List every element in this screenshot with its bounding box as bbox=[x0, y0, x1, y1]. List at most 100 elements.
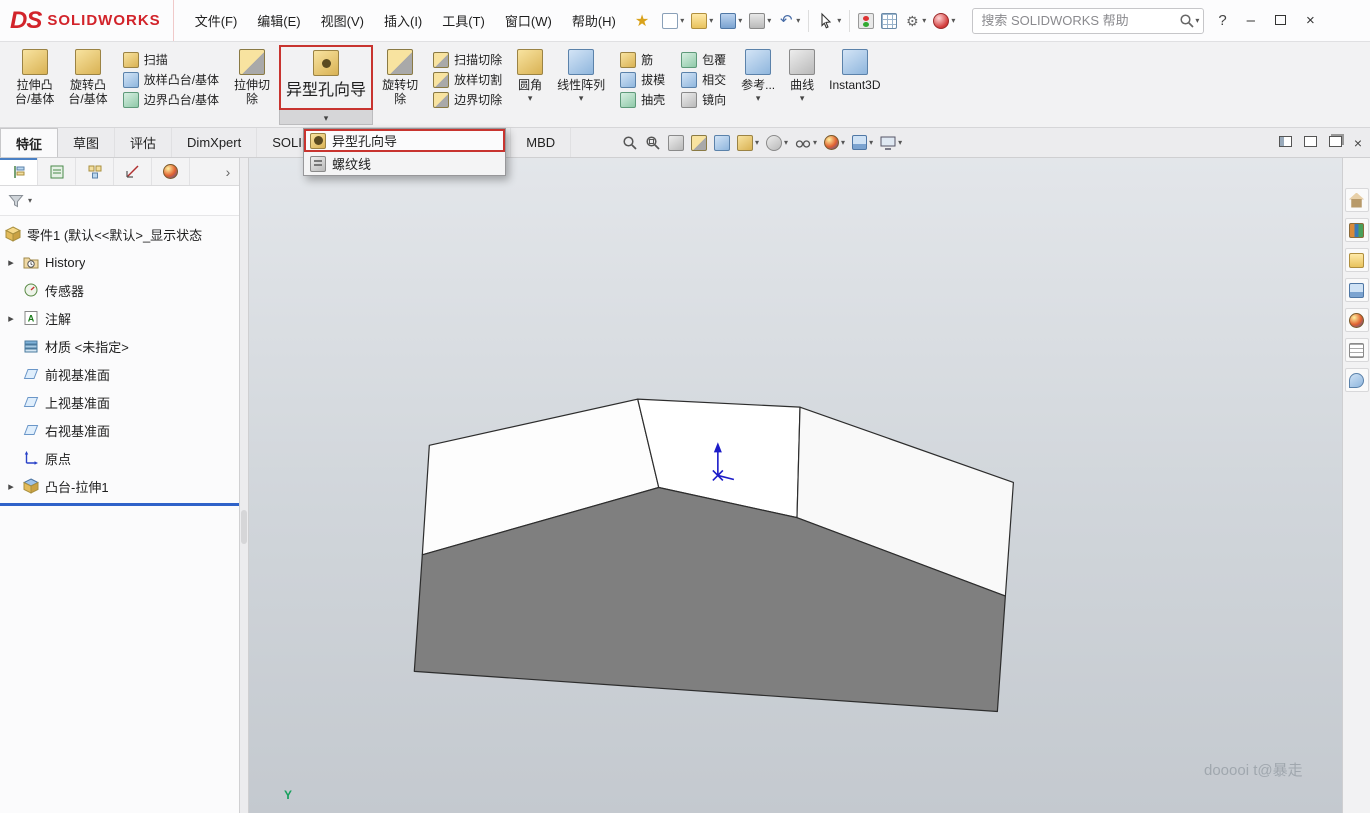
design-library-button[interactable] bbox=[1345, 218, 1369, 242]
tree-item-origin[interactable]: 原点 bbox=[0, 444, 239, 472]
filter-chevron-icon[interactable]: ▾ bbox=[28, 197, 32, 205]
open-button[interactable]: ▾ bbox=[688, 10, 716, 32]
swept-cut-button[interactable]: 扫描切除 bbox=[433, 51, 502, 68]
search-scope-chevron-icon[interactable]: ▾ bbox=[1195, 17, 1199, 25]
zoom-area-button[interactable] bbox=[645, 135, 661, 151]
help-button[interactable]: ? bbox=[1218, 12, 1226, 29]
tree-item-boss-extrude1[interactable]: ▸ 凸台-拉伸1 bbox=[0, 472, 239, 500]
wrap-button[interactable]: 包覆 bbox=[681, 51, 726, 68]
tree-item-top-plane[interactable]: 上视基准面 bbox=[0, 388, 239, 416]
tab-dimxpert[interactable]: DimXpert bbox=[172, 128, 257, 157]
boundary-boss-button[interactable]: 边界凸台/基体 bbox=[123, 91, 219, 108]
rib-button[interactable]: 筋 bbox=[620, 51, 665, 68]
hide-show-items-button[interactable]: ▾ bbox=[795, 135, 817, 151]
resources-home-button[interactable] bbox=[1345, 188, 1369, 212]
new-document-button[interactable]: ▾ bbox=[659, 10, 687, 32]
tree-root-part[interactable]: 零件1 (默认<<默认>_显示状态 bbox=[0, 220, 239, 248]
edit-appearance-quick-button[interactable]: ▾ bbox=[930, 10, 958, 32]
extruded-boss-button[interactable]: 拉伸凸 台/基体 bbox=[8, 45, 61, 127]
expand-arrow-icon[interactable]: ▸ bbox=[5, 256, 17, 269]
select-button[interactable]: ▾ bbox=[814, 9, 844, 33]
tree-item-material[interactable]: 材质 <未指定> bbox=[0, 332, 239, 360]
rebuild-button[interactable] bbox=[855, 10, 877, 32]
float-pane-button[interactable] bbox=[1329, 134, 1342, 152]
configurationmanager-tab[interactable] bbox=[76, 158, 114, 185]
tree-item-front-plane[interactable]: 前视基准面 bbox=[0, 360, 239, 388]
intersect-button[interactable]: 相交 bbox=[681, 71, 726, 88]
tree-item-history[interactable]: ▸ History bbox=[0, 248, 239, 276]
propertymanager-tab[interactable] bbox=[38, 158, 76, 185]
close-button[interactable]: × bbox=[1296, 10, 1325, 31]
boundary-cut-button[interactable]: 边界切除 bbox=[433, 91, 502, 108]
draft-button[interactable]: 拔模 bbox=[620, 71, 665, 88]
flyout-item-hole-wizard[interactable]: 异型孔向导 bbox=[304, 129, 505, 152]
lofted-boss-button[interactable]: 放样凸台/基体 bbox=[123, 71, 219, 88]
split-pane-right-button[interactable] bbox=[1304, 134, 1317, 152]
view-orientation-button[interactable]: ▾ bbox=[737, 135, 759, 151]
tab-mbd[interactable]: MBD bbox=[511, 128, 571, 157]
panel-tab-overflow-chevron[interactable]: › bbox=[217, 158, 239, 185]
tree-item-right-plane[interactable]: 右视基准面 bbox=[0, 416, 239, 444]
section-view-button[interactable] bbox=[691, 135, 707, 151]
menu-insert[interactable]: 插入(I) bbox=[375, 6, 431, 35]
hole-wizard-button[interactable]: 异型孔向导 bbox=[279, 45, 373, 110]
displaymanager-tab[interactable] bbox=[152, 158, 190, 185]
pin-menu-icon[interactable]: ★ bbox=[635, 11, 649, 31]
tab-evaluate[interactable]: 评估 bbox=[115, 128, 172, 157]
tab-features[interactable]: 特征 bbox=[0, 128, 58, 157]
close-pane-button[interactable]: × bbox=[1354, 135, 1362, 151]
view-palette-button[interactable] bbox=[1345, 278, 1369, 302]
zoom-fit-button[interactable] bbox=[622, 135, 638, 151]
menu-edit[interactable]: 编辑(E) bbox=[248, 6, 309, 35]
forum-button[interactable] bbox=[1345, 368, 1369, 392]
graphics-viewport[interactable]: Y dooooi t@暴走 bbox=[249, 158, 1342, 813]
menu-help[interactable]: 帮助(H) bbox=[563, 6, 625, 35]
tree-item-sensors[interactable]: 传感器 bbox=[0, 276, 239, 304]
split-pane-left-button[interactable] bbox=[1279, 134, 1292, 152]
minimize-button[interactable]: – bbox=[1237, 10, 1265, 31]
appearances-scenes-button[interactable] bbox=[1345, 308, 1369, 332]
curves-button[interactable]: 曲线 ▾ bbox=[782, 45, 822, 127]
tree-item-annotations[interactable]: ▸ A 注解 bbox=[0, 304, 239, 332]
search-icon[interactable] bbox=[1179, 13, 1195, 29]
extruded-cut-button[interactable]: 拉伸切 除 bbox=[227, 45, 277, 127]
menu-file[interactable]: 文件(F) bbox=[186, 6, 247, 35]
menu-window[interactable]: 窗口(W) bbox=[496, 6, 561, 35]
featuremanager-tab[interactable] bbox=[0, 158, 38, 185]
expand-arrow-icon[interactable]: ▸ bbox=[5, 312, 17, 325]
display-style-button[interactable]: ▾ bbox=[766, 135, 788, 151]
edit-appearance-button[interactable]: ▾ bbox=[824, 135, 845, 150]
dimxpertmanager-tab[interactable] bbox=[114, 158, 152, 185]
instant3d-button[interactable]: Instant3D bbox=[822, 45, 887, 127]
maximize-button[interactable] bbox=[1265, 10, 1296, 31]
expand-arrow-icon[interactable]: ▸ bbox=[5, 480, 17, 493]
apply-scene-button[interactable]: ▾ bbox=[852, 135, 873, 150]
revolved-boss-button[interactable]: 旋转凸 台/基体 bbox=[61, 45, 114, 127]
menu-view[interactable]: 视图(V) bbox=[312, 6, 373, 35]
shell-button[interactable]: 抽壳 bbox=[620, 91, 665, 108]
options-button[interactable]: ⚙▾ bbox=[901, 10, 929, 32]
swept-boss-button[interactable]: 扫描 bbox=[123, 51, 219, 68]
evaluate-table-button[interactable] bbox=[878, 10, 900, 32]
mirror-button[interactable]: 镜向 bbox=[681, 91, 726, 108]
panel-splitter[interactable] bbox=[240, 158, 249, 813]
annotation-views-button[interactable] bbox=[714, 135, 730, 151]
linear-pattern-button[interactable]: 线性阵列 ▾ bbox=[550, 45, 612, 127]
view-settings-button[interactable]: ▾ bbox=[880, 136, 902, 150]
file-explorer-button[interactable] bbox=[1345, 248, 1369, 272]
lofted-cut-button[interactable]: 放样切割 bbox=[433, 71, 502, 88]
previous-view-button[interactable] bbox=[668, 135, 684, 151]
help-search-input[interactable] bbox=[981, 13, 1179, 28]
undo-button[interactable]: ↶▾ bbox=[775, 10, 803, 32]
menu-tools[interactable]: 工具(T) bbox=[433, 6, 494, 35]
filter-funnel-icon[interactable] bbox=[8, 194, 24, 208]
rollback-bar[interactable] bbox=[0, 503, 239, 506]
save-button[interactable]: ▾ bbox=[717, 10, 745, 32]
revolved-cut-button[interactable]: 旋转切 除 bbox=[375, 45, 425, 127]
custom-properties-button[interactable] bbox=[1345, 338, 1369, 362]
fillet-button[interactable]: 圆角 ▾ bbox=[510, 45, 550, 127]
hole-wizard-flyout-toggle[interactable]: ▾ bbox=[279, 110, 373, 125]
flyout-item-thread[interactable]: 螺纹线 bbox=[304, 152, 505, 175]
print-button[interactable]: ▾ bbox=[746, 10, 774, 32]
tab-sketch[interactable]: 草图 bbox=[58, 128, 115, 157]
